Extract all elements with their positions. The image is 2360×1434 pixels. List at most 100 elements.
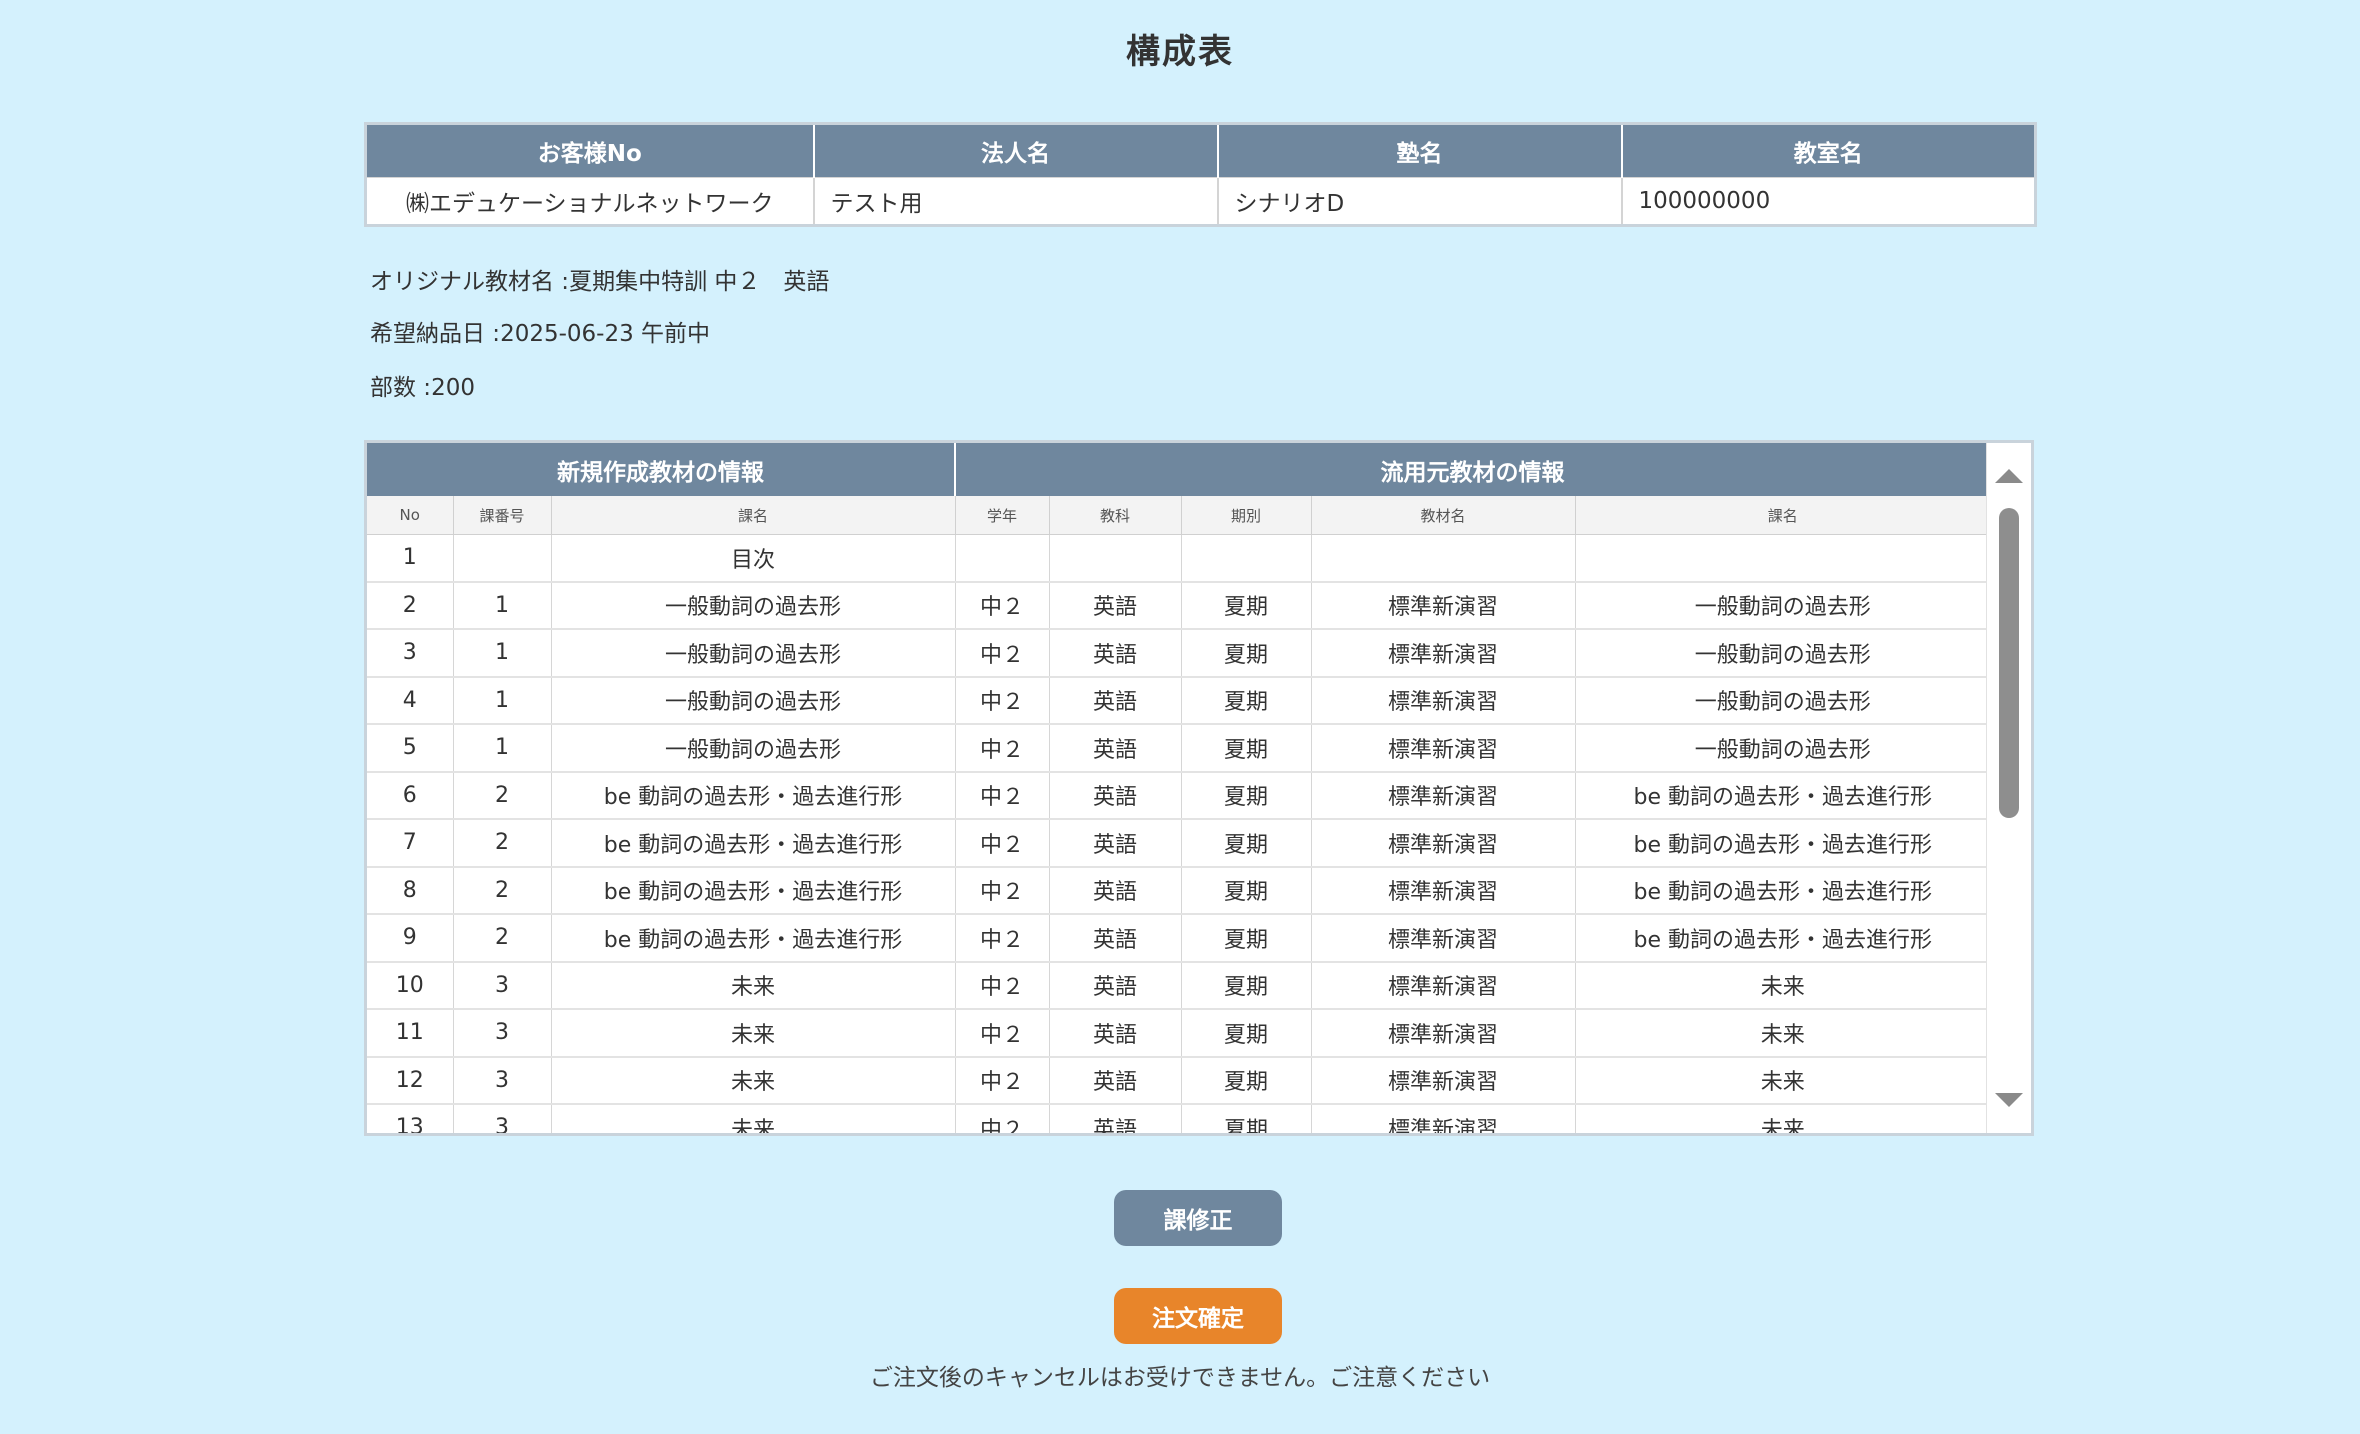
cell-material-name: 標準新演習 [1311,1056,1576,1105]
table-row: 2 1 一般動詞の過去形 中２ 英語 夏期 標準新演習 一般動詞の過去形 [367,581,1991,630]
header-classroom-name: 教室名 [1621,123,2036,178]
table-row: 5 1 一般動詞の過去形 中２ 英語 夏期 標準新演習 一般動詞の過去形 [367,724,1991,773]
cell-row-no: 13 [367,1104,454,1133]
cell-source-lesson-name: 一般動詞の過去形 [1575,724,1991,773]
cell-material-name: 標準新演習 [1311,581,1576,630]
cell-source-lesson-name: 一般動詞の過去形 [1575,676,1991,725]
school-name-value: シナリオD [1217,177,1623,226]
cell-row-no: 2 [367,581,454,630]
edit-lesson-button[interactable]: 課修正 [1114,1190,1282,1246]
cell-grade: 中２ [955,961,1050,1010]
cell-grade: 中２ [955,1104,1050,1133]
table-row: 11 3 未来 中２ 英語 夏期 標準新演習 未来 [367,1009,1991,1058]
cell-lesson-name: be 動詞の過去形・過去進行形 [551,866,956,915]
cell-subject: 英語 [1049,629,1182,678]
cell-material-name: 標準新演習 [1311,1104,1576,1133]
cell-row-no: 12 [367,1056,454,1105]
cell-lesson-name: be 動詞の過去形・過去進行形 [551,771,956,820]
scroll-up-arrow-icon[interactable] [1995,469,2023,483]
cell-source-lesson-name [1575,534,1991,583]
composition-group-header: 新規作成教材の情報 流用元教材の情報 [367,443,1992,496]
cell-material-name: 標準新演習 [1311,914,1576,963]
cell-lesson-number: 2 [453,914,552,963]
copies-line: 部数 :200 [370,368,475,402]
cell-lesson-name: 目次 [551,534,956,583]
cell-material-name: 標準新演習 [1311,1009,1576,1058]
cell-lesson-number: 3 [453,1009,552,1058]
cell-term: 夏期 [1181,581,1312,630]
header-corporation-name: 法人名 [813,123,1219,178]
material-name-label: オリジナル教材名 : [370,269,570,295]
cell-lesson-number: 3 [453,961,552,1010]
table-row: 6 2 be 動詞の過去形・過去進行形 中２ 英語 夏期 標準新演習 be 動詞の過去形・過去… [367,771,1991,820]
cell-row-no: 10 [367,961,454,1010]
cell-row-no: 4 [367,676,454,725]
cell-subject: 英語 [1049,819,1182,868]
table-row: 4 1 一般動詞の過去形 中２ 英語 夏期 標準新演習 一般動詞の過去形 [367,676,1991,725]
cell-term: 夏期 [1181,771,1312,820]
copies-label: 部数 : [370,375,432,401]
col-term: 期別 [1181,496,1312,535]
cell-subject: 英語 [1049,581,1182,630]
header-school-name: 塾名 [1217,123,1623,178]
cell-subject: 英語 [1049,914,1182,963]
table-row: 7 2 be 動詞の過去形・過去進行形 中２ 英語 夏期 標準新演習 be 動詞の過去形・過去… [367,819,1991,868]
cell-grade: 中２ [955,629,1050,678]
table-scrollbar[interactable] [1986,443,2031,1133]
cell-grade: 中２ [955,914,1050,963]
cell-source-lesson-name: 一般動詞の過去形 [1575,629,1991,678]
cell-term: 夏期 [1181,1056,1312,1105]
material-name-line: オリジナル教材名 :夏期集中特訓 中２ 英語 [370,262,829,296]
customer-table-header: お客様No 法人名 塾名 教室名 [365,123,2036,178]
cell-source-lesson-name: 未来 [1575,1009,1991,1058]
customer-table: お客様No 法人名 塾名 教室名 ㈱エデュケーショナルネットワーク テスト用 シ… [364,122,2037,227]
cell-row-no: 7 [367,819,454,868]
cell-source-lesson-name: 未来 [1575,1056,1991,1105]
cell-lesson-name: 一般動詞の過去形 [551,581,956,630]
cell-lesson-name: be 動詞の過去形・過去進行形 [551,819,956,868]
cell-source-lesson-name: 一般動詞の過去形 [1575,581,1991,630]
cell-grade: 中２ [955,581,1050,630]
cell-grade [955,534,1050,583]
cell-row-no: 9 [367,914,454,963]
cell-material-name [1311,534,1576,583]
col-grade: 学年 [955,496,1050,535]
cell-source-lesson-name: be 動詞の過去形・過去進行形 [1575,866,1991,915]
cell-term: 夏期 [1181,914,1312,963]
cell-subject: 英語 [1049,676,1182,725]
cell-source-lesson-name: be 動詞の過去形・過去進行形 [1575,819,1991,868]
cell-lesson-number: 3 [453,1104,552,1133]
cell-lesson-name: 未来 [551,961,956,1010]
cell-grade: 中２ [955,819,1050,868]
cell-grade: 中２ [955,724,1050,773]
cell-grade: 中２ [955,771,1050,820]
delivery-date-line: 希望納品日 :2025-06-23 午前中 [370,314,710,348]
scroll-down-arrow-icon[interactable] [1995,1093,2023,1107]
header-customer-no: お客様No [365,123,815,178]
corporation-name-value: テスト用 [813,177,1219,226]
composition-table: 新規作成教材の情報 流用元教材の情報 No 課番号 課名 学年 教科 期別 教材… [367,443,1992,1133]
material-name-value: 夏期集中特訓 中２ 英語 [569,269,830,295]
cell-source-lesson-name: be 動詞の過去形・過去進行形 [1575,771,1991,820]
cell-grade: 中２ [955,1056,1050,1105]
page-title: 構成表 [1126,32,1234,72]
cell-lesson-number: 2 [453,819,552,868]
delivery-date-value: 2025-06-23 午前中 [500,321,711,347]
cell-row-no: 1 [367,534,454,583]
classroom-name-value: 100000000 [1621,177,2036,226]
cell-material-name: 標準新演習 [1311,724,1576,773]
cell-subject [1049,534,1182,583]
confirm-order-button[interactable]: 注文確定 [1114,1288,1282,1344]
copies-value: 200 [431,375,475,401]
cell-row-no: 11 [367,1009,454,1058]
cell-lesson-name: 一般動詞の過去形 [551,676,956,725]
cell-subject: 英語 [1049,771,1182,820]
cell-lesson-number: 3 [453,1056,552,1105]
col-lesson-name: 課名 [551,496,956,535]
cell-material-name: 標準新演習 [1311,961,1576,1010]
cell-term: 夏期 [1181,1009,1312,1058]
scrollbar-thumb[interactable] [1999,508,2019,818]
col-subject: 教科 [1049,496,1182,535]
cell-lesson-name: 未来 [551,1056,956,1105]
cell-term: 夏期 [1181,961,1312,1010]
